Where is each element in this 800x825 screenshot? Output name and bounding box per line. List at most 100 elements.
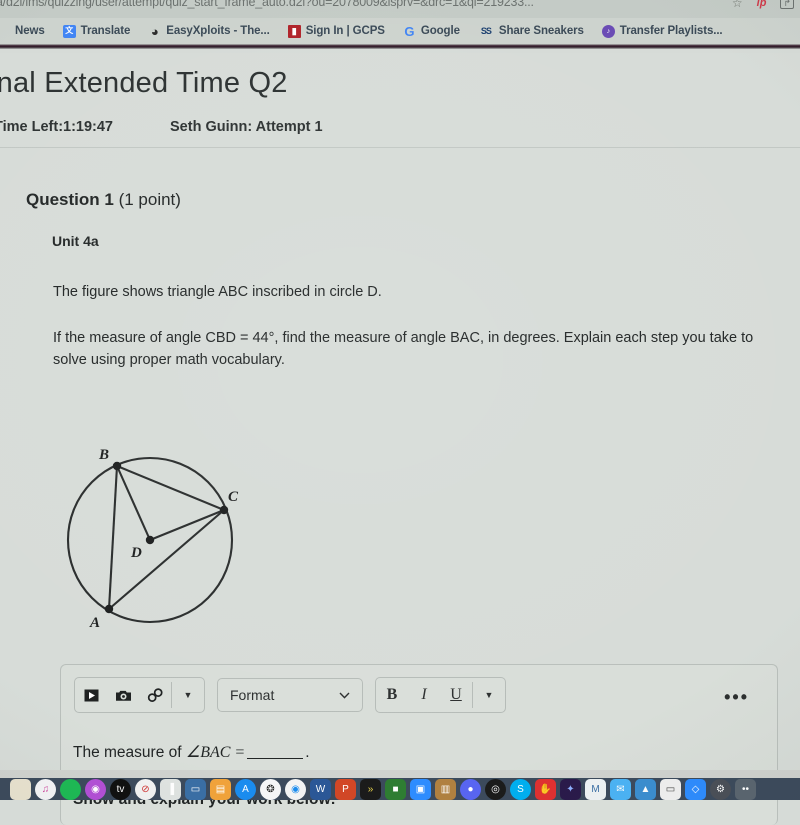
insert-video-icon[interactable]: [75, 679, 107, 711]
prompt-prefix: The measure of: [73, 744, 186, 761]
bookmark-label: Sign In | GCPS: [305, 25, 385, 37]
more-options-icon[interactable]: •••: [724, 687, 749, 708]
safari-icon[interactable]: ❂: [260, 778, 281, 800]
divider: [0, 147, 800, 148]
point-b: [112, 461, 122, 471]
bookmark-label: Transfer Playlists...: [619, 25, 723, 37]
segment-ba: [107, 465, 119, 610]
discord-icon[interactable]: ●: [460, 778, 481, 800]
question-points: (1 point): [113, 190, 181, 209]
format-dropdown[interactable]: Format: [217, 678, 363, 712]
label-c: C: [228, 489, 239, 505]
label-d: D: [131, 545, 142, 561]
chevron-down-icon: [339, 692, 350, 699]
numbers-icon[interactable]: ▐: [160, 778, 181, 800]
mail-icon[interactable]: ✉: [610, 778, 631, 800]
obs-icon[interactable]: ◎: [485, 778, 506, 800]
bookmark-label: News: [15, 25, 45, 37]
bookmark-star-icon[interactable]: ☆: [732, 0, 743, 9]
powerpoint-icon[interactable]: P: [335, 778, 356, 800]
insert-group: ▼: [74, 677, 205, 713]
globe-icon: ◕: [150, 23, 159, 39]
bookmarks-bar: News 文 Translate ◕ EasyXploits - The... …: [0, 18, 800, 44]
spotify-icon[interactable]: [60, 778, 81, 800]
photoshop-icon[interactable]: ✦: [560, 778, 581, 800]
bookmark-transfer-playlists[interactable]: ♪ Transfer Playlists...: [593, 24, 732, 38]
pages-icon[interactable]: ▤: [210, 778, 231, 800]
appstore-icon[interactable]: A: [235, 778, 256, 800]
label-b: B: [99, 447, 110, 463]
gmail-icon[interactable]: ✋: [535, 778, 556, 800]
underline-button[interactable]: U: [440, 679, 472, 711]
answer-editor[interactable]: ▼ Format B I U ▼ ••• The measure of ∠BAC…: [60, 664, 778, 825]
text-style-group: B I U ▼: [375, 677, 506, 713]
insert-link-icon[interactable]: [139, 679, 171, 711]
dropbox-icon[interactable]: ◇: [685, 778, 706, 800]
geometry-figure: B C A D: [52, 439, 282, 644]
chrome-icon[interactable]: ◉: [285, 778, 306, 800]
point-c: [219, 505, 229, 515]
circle-triangle-diagram: [66, 456, 234, 624]
bookmark-google[interactable]: G Google: [394, 25, 469, 38]
answer-prompt-line: The measure of ∠BAC =.: [73, 742, 310, 762]
question-text-line-2: If the measure of angle CBD = 44°, find …: [53, 330, 754, 368]
insert-image-icon[interactable]: [107, 679, 139, 711]
finder-notes-icon[interactable]: [10, 778, 31, 800]
style-dropdown-caret-icon[interactable]: ▼: [473, 679, 505, 711]
segment-dc: [149, 509, 225, 541]
files-icon[interactable]: ▥: [435, 778, 456, 800]
address-bar-icons: ☆ ip ↱: [732, 0, 794, 9]
messages-icon[interactable]: ▲: [635, 778, 656, 800]
bookmark-label: EasyXploits - The...: [166, 25, 270, 37]
format-label: Format: [230, 687, 275, 703]
bookmark-news[interactable]: News: [6, 25, 54, 37]
address-bar[interactable]: a/d2l/lms/quizzing/user/attempt/quiz_sta…: [0, 0, 800, 18]
chrome-divider: [0, 44, 800, 49]
terminal-icon[interactable]: »: [360, 778, 381, 800]
bold-button[interactable]: B: [376, 679, 408, 711]
word-icon[interactable]: W: [310, 778, 331, 800]
settings-icon[interactable]: ⚙: [710, 778, 731, 800]
italic-button[interactable]: I: [408, 679, 440, 711]
extension-boxed-icon[interactable]: ↱: [780, 0, 794, 9]
translate-icon: 文: [62, 24, 76, 38]
extension-ip-icon[interactable]: ip: [757, 0, 767, 9]
unit-label: Unit 4a: [52, 233, 99, 249]
attempt-label: Seth Guinn: Attempt 1: [170, 119, 323, 135]
segment-ac: [108, 509, 225, 610]
preview-icon[interactable]: ▭: [660, 778, 681, 800]
keynote-icon[interactable]: ▭: [185, 778, 206, 800]
appletv-icon[interactable]: tv: [110, 778, 131, 800]
browser-chrome: a/d2l/lms/quizzing/user/attempt/quiz_sta…: [0, 0, 800, 49]
podcasts-icon[interactable]: ◉: [85, 778, 106, 800]
editor-toolbar: ▼ Format B I U ▼: [74, 677, 506, 713]
blocker-icon[interactable]: ⊘: [135, 778, 156, 800]
facetime-icon[interactable]: ■: [385, 778, 406, 800]
google-g-icon: G: [404, 23, 415, 39]
question-number: Question 1: [26, 190, 114, 209]
bookmark-easyxploits[interactable]: ◕ EasyXploits - The...: [139, 25, 278, 38]
time-left-label: Time Left:1:19:47: [0, 119, 113, 135]
answer-blank[interactable]: [247, 758, 304, 759]
maps-icon[interactable]: M: [585, 778, 606, 800]
bookmark-share-sneakers[interactable]: SS Share Sneakers: [469, 25, 593, 38]
transfer-playlists-icon: ♪: [601, 24, 615, 38]
video-glyph: [84, 689, 98, 701]
point-a: [104, 604, 114, 614]
macos-dock: ♫ ◉ tv ⊘ ▐ ▭ ▤ A ❂ ◉ W P» ■ ▣ ▥ ● ◎ S ✋ ✦ M ✉ ▲ ▭ ◇ ⚙ ••: [0, 778, 800, 800]
bookmark-label: Google: [420, 25, 460, 37]
question-heading: Question 1 (1 point): [26, 190, 181, 210]
itunes-icon[interactable]: ♫: [35, 778, 56, 800]
trash-icon[interactable]: ••: [735, 778, 756, 800]
share-sneakers-icon: SS: [480, 25, 492, 36]
quiz-page: inal Extended Time Q2 Time Left:1:19:47 …: [0, 53, 800, 825]
skype-icon[interactable]: S: [510, 778, 531, 800]
label-a: A: [90, 615, 101, 631]
camera-glyph: [115, 690, 131, 701]
question-text-line-1: The figure shows triangle ABC inscribed …: [53, 284, 382, 300]
bookmark-sign-in-gcps[interactable]: ▮ Sign In | GCPS: [279, 24, 394, 38]
page-title: inal Extended Time Q2: [0, 67, 288, 99]
bookmark-translate[interactable]: 文 Translate: [54, 24, 140, 38]
insert-dropdown-caret-icon[interactable]: ▼: [172, 679, 204, 711]
zoom-icon[interactable]: ▣: [410, 778, 431, 800]
